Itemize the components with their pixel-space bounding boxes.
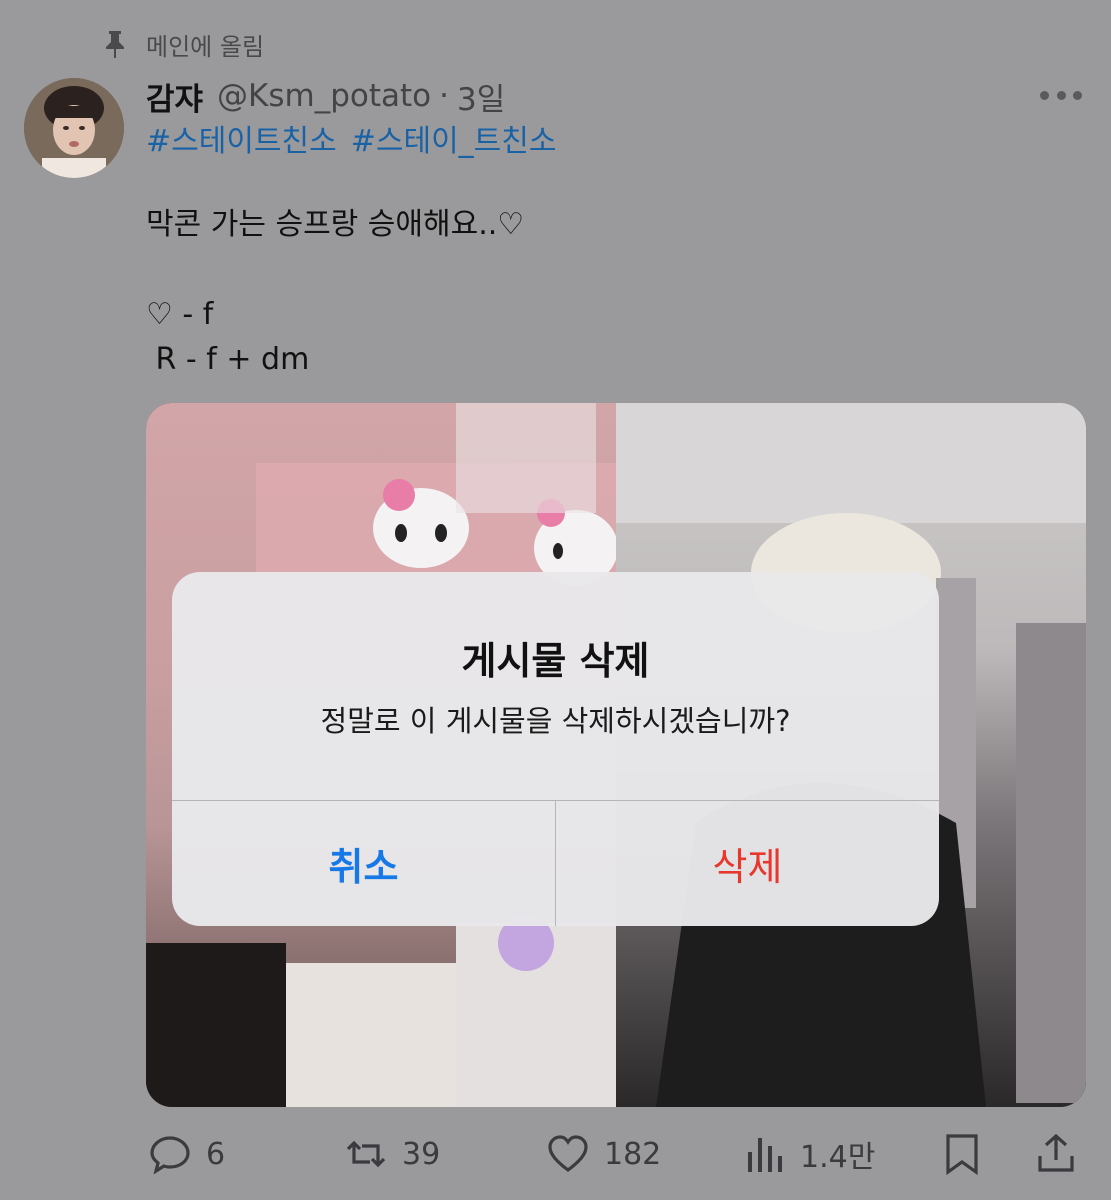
hashtag-link[interactable]: #스테이_트친소 bbox=[351, 116, 557, 159]
avatar[interactable] bbox=[24, 78, 124, 178]
avatar-image bbox=[24, 78, 124, 178]
views-button[interactable]: 1.4만 bbox=[742, 1124, 875, 1184]
tweet-line: R - f + dm bbox=[146, 342, 310, 377]
dialog-title: 게시물 삭제 bbox=[461, 639, 650, 683]
more-dot-icon bbox=[1073, 90, 1082, 100]
views-bar-chart-icon bbox=[748, 1138, 782, 1172]
heart-icon bbox=[548, 1135, 588, 1173]
pinned-label: 메인에 올림 bbox=[146, 32, 265, 61]
like-count: 182 bbox=[604, 1136, 662, 1172]
more-dot-icon bbox=[1040, 90, 1049, 100]
reply-icon bbox=[150, 1136, 190, 1175]
views-count: 1.4만 bbox=[800, 1140, 876, 1175]
share-icon bbox=[1038, 1133, 1074, 1172]
bookmark-icon bbox=[946, 1134, 978, 1176]
hashtag-link[interactable]: #스테이트친소 bbox=[146, 116, 337, 159]
separator-dot: · bbox=[439, 78, 449, 114]
tweet-header: 감쟈 @Ksm_potato · 3일 bbox=[146, 74, 505, 118]
cancel-button[interactable]: 취소 bbox=[172, 801, 555, 926]
author-handle[interactable]: @Ksm_potato bbox=[217, 78, 431, 114]
tweet-line: 막콘 가는 승프랑 승애해요..♡ bbox=[146, 207, 525, 242]
tweet-line bbox=[146, 247, 524, 292]
like-button[interactable]: 182 bbox=[546, 1124, 661, 1184]
retweet-icon bbox=[346, 1140, 386, 1168]
retweet-count: 39 bbox=[402, 1136, 441, 1172]
reply-count: 6 bbox=[206, 1136, 226, 1172]
more-options-button[interactable] bbox=[1040, 86, 1082, 104]
share-button[interactable] bbox=[1034, 1124, 1078, 1184]
pin-icon bbox=[106, 31, 124, 58]
author-name[interactable]: 감쟈 bbox=[146, 74, 203, 119]
retweet-button[interactable]: 39 bbox=[344, 1124, 440, 1184]
tweet-action-bar: 6 39 182 1.4만 bbox=[0, 1124, 1111, 1184]
bookmark-button[interactable] bbox=[940, 1124, 984, 1184]
dialog-message: 정말로 이 게시물을 삭제하시겠습니까? bbox=[320, 704, 791, 738]
reply-button[interactable]: 6 bbox=[148, 1124, 225, 1184]
pinned-indicator: 메인에 올림 bbox=[102, 26, 264, 62]
delete-confirm-dialog: 게시물 삭제 정말로 이 게시물을 삭제하시겠습니까? 취소 삭제 bbox=[172, 572, 939, 926]
delete-button[interactable]: 삭제 bbox=[556, 801, 939, 926]
more-dot-icon bbox=[1056, 90, 1066, 100]
tweet-timestamp[interactable]: 3일 bbox=[457, 74, 505, 119]
tweet-line: ♡ - f bbox=[146, 297, 214, 332]
tweet-body: 막콘 가는 승프랑 승애해요..♡ ♡ - f R - f + dm bbox=[146, 202, 524, 382]
hashtag-row: #스테이트친소 #스테이_트친소 bbox=[146, 116, 557, 159]
